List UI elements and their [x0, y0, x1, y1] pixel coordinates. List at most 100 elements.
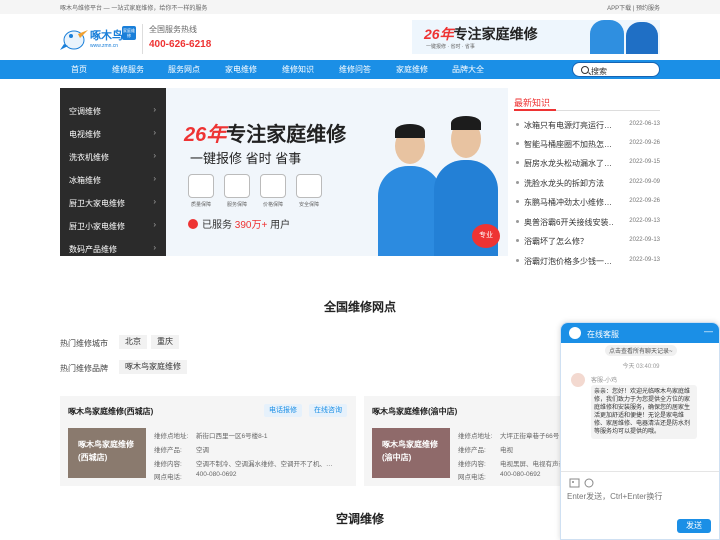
logo[interactable]: 啄木鸟 家庭维修 www.zmn.cn: [60, 20, 140, 54]
image-upload-icon[interactable]: [569, 478, 595, 488]
news-item-date: 2022-09-13: [629, 218, 660, 224]
bullet: [516, 200, 519, 203]
nav-item-repair-qa[interactable]: 维修问答: [339, 64, 371, 75]
category-item-tv[interactable]: 电视维修 ›: [60, 123, 166, 145]
technician-hair: [451, 116, 481, 130]
search-label: 搜索: [591, 67, 607, 76]
chevron-right-icon: ›: [153, 105, 156, 114]
headset-icon: [224, 174, 250, 198]
nav-item-service-points[interactable]: 服务网点: [168, 64, 200, 75]
history-link[interactable]: 点击查看所有聊天记录~: [605, 345, 677, 356]
chevron-right-icon: ›: [153, 220, 156, 229]
bullet: [516, 220, 519, 223]
nav-item-repair-service[interactable]: 维修服务: [112, 64, 144, 75]
field-label: 维修内容:: [458, 461, 486, 468]
news-item-date: 2022-09-09: [629, 179, 660, 185]
news-item-title: 奥普浴霸6开关接线安装…: [524, 218, 614, 227]
chevron-right-icon: ›: [153, 243, 156, 252]
check-icon: [188, 219, 198, 229]
chat-input[interactable]: Enter发送，Ctrl+Enter换行: [567, 491, 662, 502]
hot-brand-label: 热门维修品牌: [60, 364, 108, 373]
news-item-date: 2022-09-13: [629, 257, 660, 263]
nav-item-appliance-repair[interactable]: 家电维修: [225, 64, 257, 75]
tool-icon: [188, 174, 214, 198]
nav-item-home[interactable]: 首页: [71, 64, 87, 75]
news-item-date: 2022-09-26: [629, 198, 660, 204]
news-item-title: 浴霸坏了怎么修？: [524, 237, 588, 246]
hero-subtitle: 一键报修 省时 省事: [190, 151, 302, 166]
served-count: 已服务 390万+ 用户: [202, 220, 291, 231]
online-consult-button[interactable]: 在线咨询: [309, 404, 347, 417]
technician-hair: [395, 124, 425, 138]
news-item[interactable]: 智能马桶座圈不加热怎… 2022-09-26: [514, 137, 660, 151]
news-item-title: 厨房水龙头松动漏水了…: [524, 159, 612, 168]
store-image: 啄木鸟家庭维修 (渝中店): [372, 428, 450, 478]
nav-item-home-repair[interactable]: 家庭维修: [396, 64, 428, 75]
minimize-icon[interactable]: —: [704, 326, 713, 336]
brand-chip[interactable]: 啄木鸟家庭维修: [119, 360, 187, 374]
top-links[interactable]: APP下载 | 预约服务: [607, 3, 660, 12]
category-item-ac[interactable]: 空调维修 ›: [60, 100, 166, 122]
avatar: [569, 327, 581, 339]
city-chip[interactable]: 北京: [119, 335, 147, 349]
divider: [561, 471, 719, 472]
search-box[interactable]: 搜索: [572, 62, 660, 77]
news-panel: 最新知识 冰箱只有电源灯亮运行… 2022-06-13 智能马桶座圈不加热怎… 20…: [514, 88, 660, 266]
top-bar: 啄木鸟维修平台 — 一站式家庭维修，给你不一样的服务 APP下载 | 预约服务: [0, 0, 720, 14]
category-label: 厨卫大家电维修: [69, 199, 125, 208]
main-nav: 首页 维修服务 服务网点 家电维修 维修知识 维修问答 家庭维修 品牌大全 搜索: [0, 60, 720, 79]
hotline: 全国服务热线 400-626-6218: [142, 24, 211, 54]
bullet: [516, 239, 519, 242]
news-item[interactable]: 奥普浴霸6开关接线安装… 2022-09-13: [514, 215, 660, 229]
divider-accent: [514, 109, 556, 111]
news-item[interactable]: 浴霸灯泡价格多少钱一… 2022-09-13: [514, 254, 660, 268]
technician-figure: [626, 22, 658, 54]
news-item[interactable]: 洗脸水龙头的拆卸方法 2022-09-09: [514, 176, 660, 190]
field-label: 维修点地址:: [458, 433, 493, 440]
store-product: 空调: [196, 447, 209, 454]
news-item[interactable]: 厨房水龙头松动漏水了… 2022-09-15: [514, 156, 660, 170]
category-label: 冰箱维修: [69, 176, 101, 185]
section-title-network: 全国维修网点: [323, 300, 396, 314]
nav-item-brands[interactable]: 品牌大全: [452, 64, 484, 75]
logo-text: 啄木鸟: [90, 30, 123, 42]
category-item-fridge[interactable]: 冰箱维修 ›: [60, 169, 166, 191]
field-label: 网点电话:: [154, 474, 182, 481]
category-item-washer[interactable]: 洗衣机维修 ›: [60, 146, 166, 168]
phone-repair-button[interactable]: 电话报修: [264, 404, 302, 417]
chat-widget: 在线客服 — 点击查看所有聊天记录~ 今天 03:40:09 客服-小鸡 亲亲：…: [560, 322, 720, 540]
hero-badge: 专业: [472, 224, 500, 248]
news-item[interactable]: 浴霸坏了怎么修？ 2022-09-13: [514, 234, 660, 248]
news-item-title: 冰箱只有电源灯亮运行…: [524, 121, 612, 130]
chevron-right-icon: ›: [153, 197, 156, 206]
category-label: 厨卫小家电维修: [69, 222, 125, 231]
chat-header[interactable]: 在线客服 —: [561, 323, 719, 343]
header-banner-title: 26年专注家庭维修: [424, 26, 538, 42]
category-item-digital[interactable]: 数码产品维修 ›: [60, 238, 166, 260]
header-banner[interactable]: 26年专注家庭维修 一键报修 · 省时 · 省事: [412, 20, 660, 54]
chevron-right-icon: ›: [153, 151, 156, 160]
news-item[interactable]: 冰箱只有电源灯亮运行… 2022-06-13: [514, 118, 660, 132]
store-card[interactable]: 啄木鸟家庭维修(西城店) 电话报修 在线咨询 啄木鸟家庭维修 (西城店) 维修点地…: [60, 396, 356, 486]
news-item-title: 智能马桶座圈不加热怎…: [524, 140, 612, 149]
category-label: 空调维修: [69, 107, 101, 116]
top-slogan: 啄木鸟维修平台 — 一站式家庭维修，给你不一样的服务: [60, 6, 208, 12]
agent-avatar: [571, 373, 585, 387]
category-item-kitchen-small[interactable]: 厨卫小家电维修 ›: [60, 215, 166, 237]
hotline-number[interactable]: 400-626-6218: [149, 39, 211, 50]
agent-message: 亲亲：您好！欢迎光临啄木鸟家庭维修，我们致力于为您提供全方位的家庭维修和安装服务…: [591, 385, 697, 439]
logo-tag: 家庭维修: [122, 26, 136, 40]
woodpecker-logo-icon: [60, 30, 88, 50]
city-chip[interactable]: 重庆: [151, 335, 179, 349]
news-item-date: 2022-09-26: [629, 140, 660, 146]
feature-label: 价格保障: [262, 202, 283, 208]
nav-item-repair-knowledge[interactable]: 维修知识: [282, 64, 314, 75]
header-banner-sub: 一键报修 · 省时 · 省事: [426, 44, 475, 50]
category-item-kitchen-large[interactable]: 厨卫大家电维修 ›: [60, 192, 166, 214]
news-item[interactable]: 东鹏马桶冲劲太小维修… 2022-09-26: [514, 195, 660, 209]
news-item-title: 东鹏马桶冲劲太小维修…: [524, 198, 612, 207]
send-button[interactable]: 发送: [677, 519, 711, 533]
hero-banner[interactable]: 26年专注家庭维修 一键报修 省时 省事 质量保障 服务保障 价格保障 安全保障…: [166, 88, 508, 256]
page: 啄木鸟维修平台 — 一站式家庭维修，给你不一样的服务 APP下载 | 预约服务 …: [0, 0, 720, 540]
store-name: 啄木鸟家庭维修(渝中店): [372, 407, 458, 416]
